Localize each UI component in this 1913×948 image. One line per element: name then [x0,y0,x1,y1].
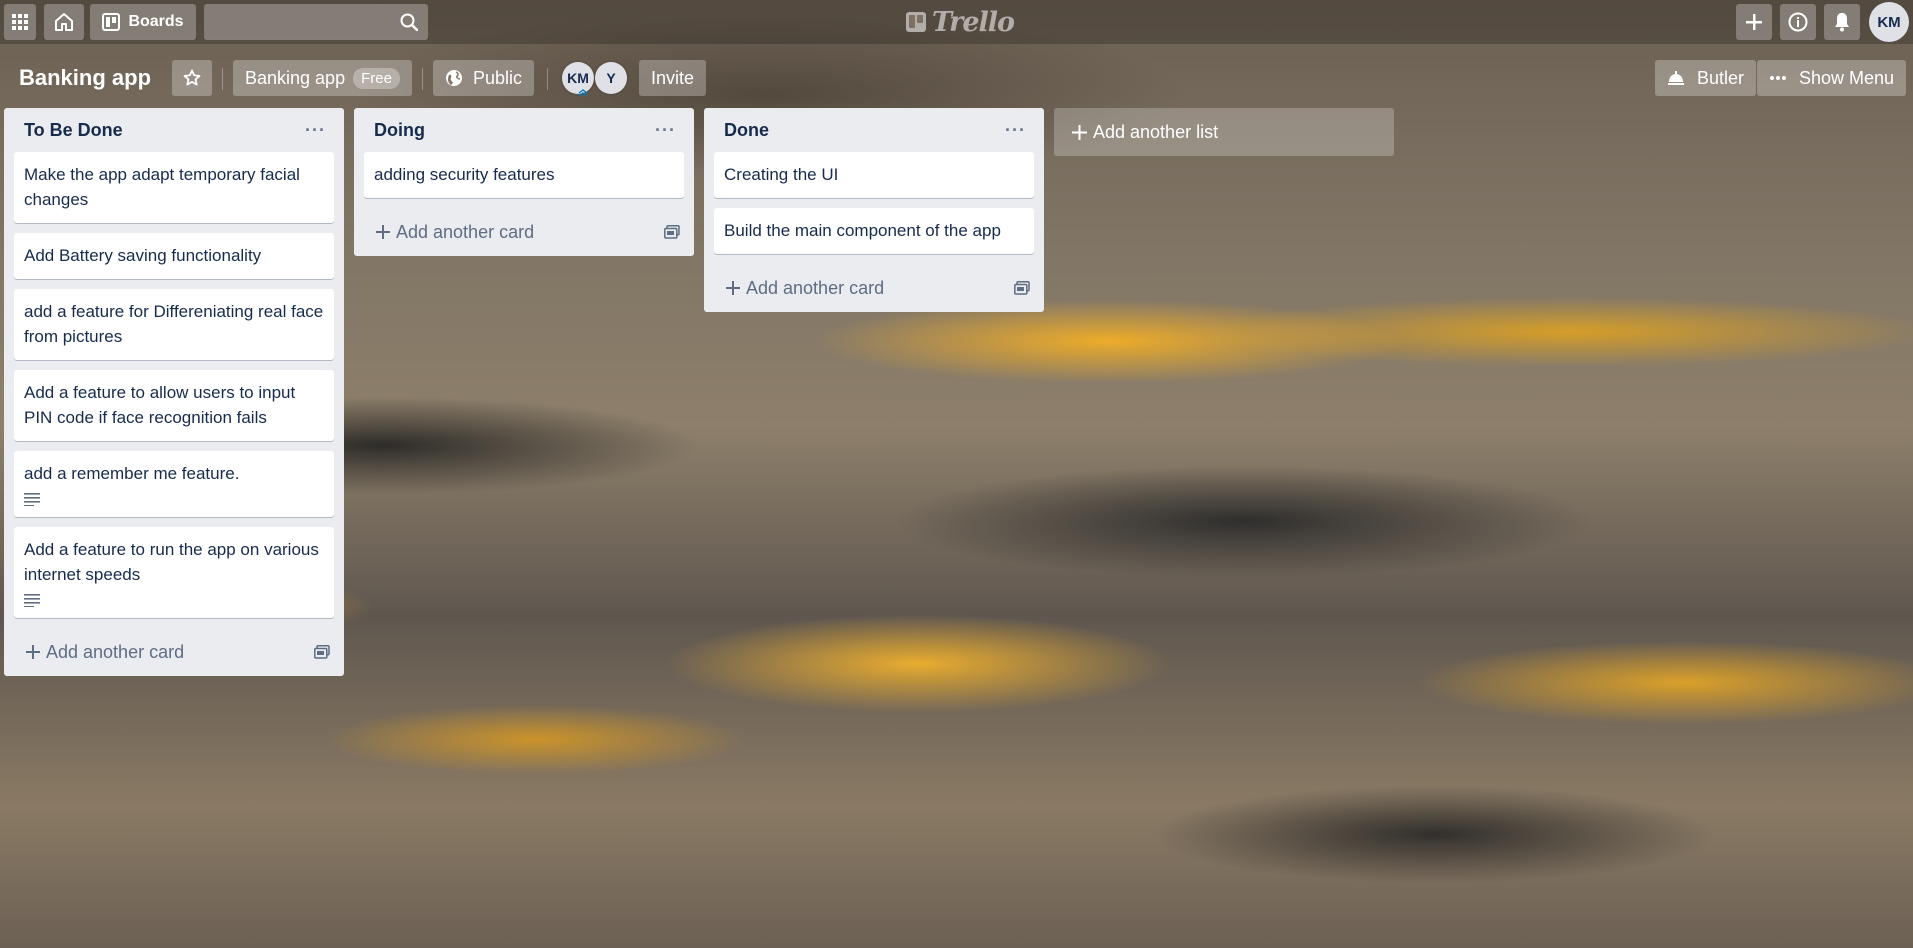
card[interactable]: adding security features [364,152,684,198]
plus-icon [1072,124,1087,140]
apps-grid-icon [12,14,28,30]
add-list-button[interactable]: Add another list [1054,108,1394,156]
member-avatar-km[interactable]: KM [562,62,594,97]
invite-label: Invite [651,67,695,88]
card-template-icon[interactable] [1014,281,1030,295]
ellipsis-icon [1770,76,1786,80]
add-card-button[interactable]: Add another card [354,208,694,256]
plus-icon [376,225,390,239]
star-board-button[interactable] [172,60,212,96]
admin-chevron-icon [578,89,588,97]
card[interactable]: Make the app adapt temporary facial chan… [14,152,334,223]
search-input[interactable] [204,4,396,42]
notifications-button[interactable] [1824,4,1860,40]
add-card-label: Add another card [46,641,185,662]
list-header: To Be Done ··· [4,108,344,152]
member-initials: Y [606,70,616,86]
plus-icon [26,645,40,659]
invite-button[interactable]: Invite [639,60,707,96]
card-title: Build the main component of the app [724,221,1001,240]
divider [422,68,423,90]
home-icon [55,13,73,31]
butler-button[interactable]: Butler [1655,60,1757,96]
member-initials: KM [567,70,589,86]
member-avatar-y[interactable]: Y [595,62,627,94]
trello-logo-icon [906,12,926,32]
add-list-label: Add another list [1093,121,1219,142]
board-title[interactable]: Banking app [10,60,160,96]
user-avatar[interactable]: KM [1869,2,1909,42]
card-title: Add Battery saving functionality [24,246,262,265]
info-icon [1788,12,1808,32]
star-icon [183,69,201,86]
visibility-label: Public [473,67,523,88]
search-box[interactable] [204,4,428,42]
card-title: add a feature for Differeniating real fa… [24,302,324,346]
description-icon [24,493,40,506]
description-icon [24,594,40,607]
add-card-button[interactable]: Add another card [704,264,1044,312]
boards-label: Boards [128,13,184,30]
logo-text: Trello [932,6,1015,38]
add-card-label: Add another card [746,277,885,298]
list-menu-icon[interactable]: ··· [649,118,682,143]
butler-bell-icon [1668,71,1684,85]
show-menu-label: Show Menu [1799,67,1895,88]
card[interactable]: add a feature for Differeniating real fa… [14,289,334,360]
add-card-button[interactable]: Add another card [4,628,344,676]
list-header: Doing ··· [354,108,694,152]
trello-logo[interactable]: Trello [906,6,1015,38]
create-button[interactable] [1736,4,1772,40]
card[interactable]: Add a feature to allow users to input PI… [14,370,334,441]
card[interactable]: Add a feature to run the app on various … [14,527,334,618]
card-title: adding security features [374,165,555,184]
card-container: adding security features [354,152,694,198]
card[interactable]: Add Battery saving functionality [14,233,334,279]
card-title: add a remember me feature. [24,464,240,483]
list-title[interactable]: Doing [374,120,425,141]
divider [222,68,223,90]
card-container: Creating the UI Build the main component… [704,152,1044,254]
list-title[interactable]: To Be Done [24,120,123,141]
visibility-button[interactable]: Public [433,60,535,96]
top-header: Boards Trello KM [0,0,1913,44]
list-doing: Doing ··· adding security features Add a… [354,108,694,256]
card-container: Make the app adapt temporary facial chan… [4,152,344,618]
list-done: Done ··· Creating the UI Build the main … [704,108,1044,312]
list-title[interactable]: Done [724,120,769,141]
add-card-label: Add another card [396,221,535,242]
list-menu-icon[interactable]: ··· [999,118,1032,143]
card[interactable]: Build the main component of the app [714,208,1034,254]
search-icon[interactable] [400,13,418,31]
bell-icon [1835,13,1849,32]
card[interactable]: Creating the UI [714,152,1034,198]
plan-badge: Free [353,67,400,89]
globe-icon [446,70,462,86]
card-title: Make the app adapt temporary facial chan… [24,165,300,209]
team-label: Banking app [245,67,346,88]
team-button[interactable]: Banking app Free [233,60,412,96]
card-title: Add a feature to run the app on various … [24,540,319,584]
boards-button[interactable]: Boards [90,4,196,40]
list-to-be-done: To Be Done ··· Make the app adapt tempor… [4,108,344,676]
show-menu-button[interactable]: Show Menu [1757,60,1907,96]
boards-icon [102,13,121,31]
card-title: Creating the UI [724,165,839,184]
card-template-icon[interactable] [664,225,680,239]
info-button[interactable] [1780,4,1816,40]
list-header: Done ··· [704,108,1044,152]
list-menu-icon[interactable]: ··· [299,118,332,143]
home-button[interactable] [44,4,84,40]
divider [547,68,548,90]
card-title: Add a feature to allow users to input PI… [24,383,296,427]
apps-grid-button[interactable] [4,4,36,40]
plus-icon [1746,14,1762,30]
card-template-icon[interactable] [314,645,330,659]
card[interactable]: add a remember me feature. [14,451,334,517]
plus-icon [726,281,740,295]
butler-label: Butler [1697,67,1745,88]
